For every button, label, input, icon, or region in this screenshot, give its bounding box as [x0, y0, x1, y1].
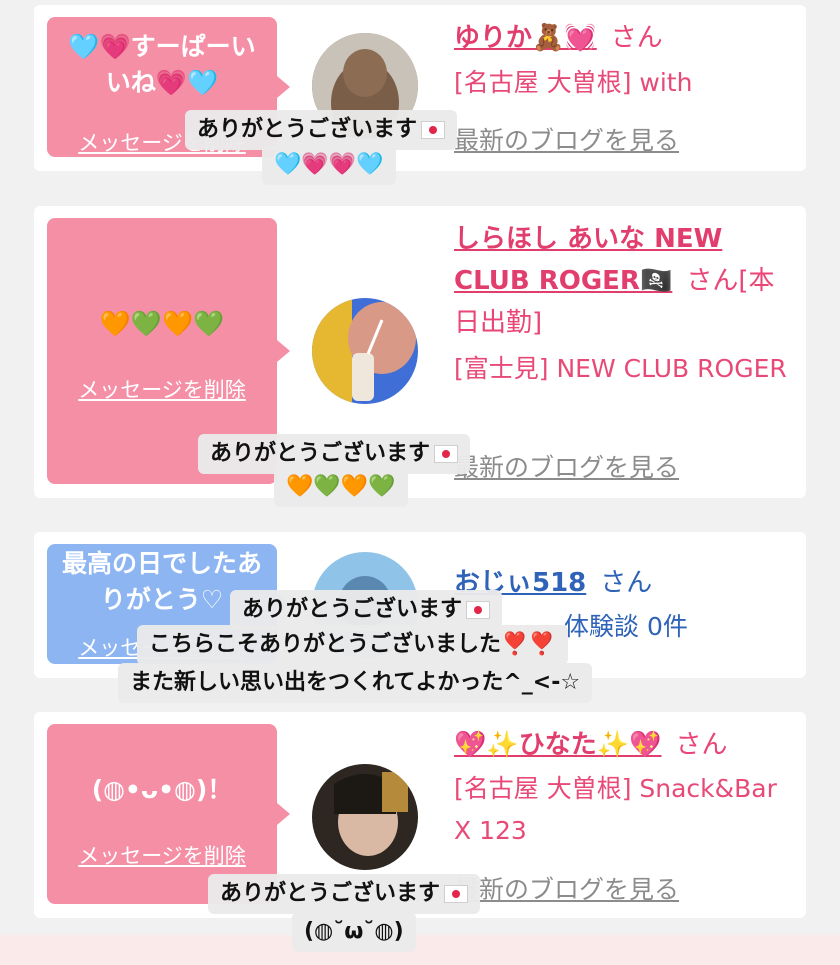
bottom-bar — [0, 935, 840, 965]
reply-overlay-line: 🧡💚🧡💚 — [274, 467, 408, 507]
message-text: 🧡💚🧡💚 — [99, 309, 225, 338]
reply-overlay-line: こちらこそありがとうございました❣️❣️ — [137, 625, 568, 665]
reply-text: こちらこそありがとうございました❣️❣️ — [149, 632, 556, 657]
reply-overlay-line: ありがとうございます — [230, 590, 503, 630]
love-letter-icon — [466, 601, 491, 619]
reply-text: 🩵💗💗🩵 — [274, 152, 384, 177]
avatar[interactable] — [312, 298, 418, 404]
avatar-photo — [312, 298, 418, 404]
sender-name-line: 💖✨ひなた✨💖 さん — [454, 724, 794, 766]
latest-blog-link[interactable]: 最新のブログを見る — [454, 448, 679, 484]
reply-text: ありがとうございます — [220, 881, 441, 906]
shop-info: [富士見] NEW CLUB ROGER — [454, 354, 787, 383]
shop-info: [名古屋 大曽根] Snack&Bar X 123 — [454, 774, 777, 845]
reply-overlay-line: 🩵💗💗🩵 — [262, 145, 396, 185]
latest-blog-link[interactable]: 最新のブログを見る — [454, 870, 679, 906]
sender-name-link[interactable]: 💖✨ひなた✨💖 — [454, 730, 662, 760]
san-label: さん — [610, 23, 663, 53]
avatar[interactable] — [312, 764, 418, 870]
reply-overlay-line: また新しい思い出をつくれてよかった^_<-☆ — [118, 663, 593, 703]
reply-text: ありがとうございます — [210, 441, 431, 466]
message-text: (◍•ᴗ•◍)！ — [91, 775, 233, 804]
sender-name-line: おじぃ518 さん — [454, 562, 794, 604]
reply-text: (◍˘ω˘◍) — [304, 919, 404, 944]
reply-overlay-line: ありがとうございます — [185, 110, 458, 150]
latest-blog-link[interactable]: 最新のブログを見る — [454, 121, 679, 157]
delete-message-link[interactable]: メッセージを削除 — [47, 374, 277, 404]
sender-name-line: しらほし あいな NEW CLUB ROGER🏴‍☠️ さん[本日出勤] — [454, 218, 794, 344]
reply-text: ありがとうございます — [242, 597, 463, 622]
san-label: さん — [600, 568, 653, 598]
san-label: さん — [686, 266, 739, 296]
reply-text: 🧡💚🧡💚 — [286, 474, 396, 499]
sender-name-link[interactable]: ゆりか🧸💓 — [454, 23, 597, 53]
sender-name-link[interactable]: しらほし あいな NEW CLUB ROGER🏴‍☠️ — [454, 224, 722, 296]
reply-overlay-line: ありがとうございます — [208, 874, 481, 914]
reply-text: また新しい思い出をつくれてよかった^_<-☆ — [130, 670, 581, 695]
reply-text: ありがとうございます — [197, 117, 418, 142]
love-letter-icon — [434, 445, 459, 463]
san-label: さん — [675, 730, 728, 760]
message-text: 🩵💗すーぱーい いね💗🩵 — [68, 32, 256, 97]
reply-overlay-line: (◍˘ω˘◍) — [292, 912, 416, 952]
love-letter-icon — [421, 121, 446, 139]
experience-count: 体験談 0件 — [564, 612, 688, 641]
shop-info: [名古屋 大曽根] with — [454, 68, 693, 97]
avatar-photo — [312, 764, 418, 870]
sender-name-line: ゆりか🧸💓 さん — [454, 17, 794, 59]
delete-message-link[interactable]: メッセージを削除 — [47, 840, 277, 870]
love-letter-icon — [444, 885, 469, 903]
